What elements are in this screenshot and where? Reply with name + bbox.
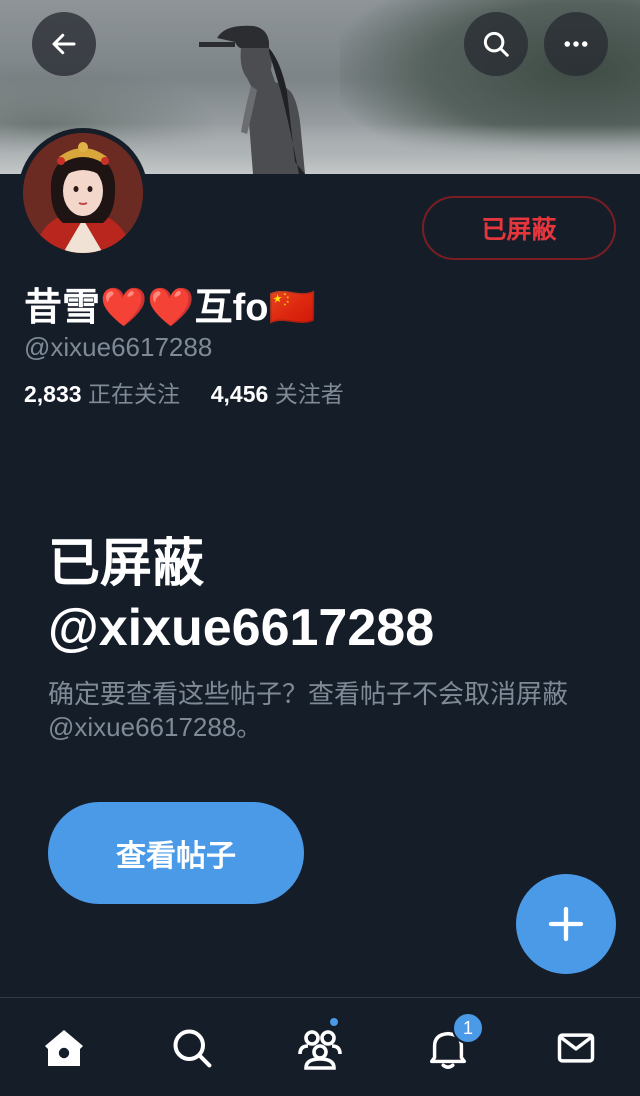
avatar-image: [23, 133, 143, 253]
more-horizontal-icon: [564, 41, 588, 47]
followers-label: 关注者: [274, 381, 344, 407]
notifications-badge: 1: [452, 1012, 484, 1044]
follow-stats: 2,833 正在关注 4,456 关注者: [24, 375, 344, 409]
arrow-left-icon: [52, 33, 76, 55]
compose-post-button[interactable]: [516, 874, 616, 974]
nav-notifications[interactable]: 1: [422, 1012, 484, 1074]
following-count: 2,833: [24, 381, 82, 407]
search-button[interactable]: [464, 12, 528, 76]
search-icon: [173, 1029, 212, 1068]
nav-home[interactable]: [38, 1022, 90, 1074]
blocked-notice-handle: @xixue6617288: [48, 599, 435, 657]
nav-search[interactable]: [166, 1022, 218, 1074]
search-icon: [483, 31, 509, 57]
more-options-button[interactable]: [544, 12, 608, 76]
avatar-portrait: [23, 133, 143, 253]
followers-link[interactable]: 4,456 关注者: [211, 381, 344, 407]
blocked-notice-title: 已屏蔽: [48, 535, 205, 593]
profile-handle: @xixue6617288: [24, 332, 213, 362]
view-posts-button[interactable]: 查看帖子: [48, 802, 304, 904]
profile-avatar[interactable]: [18, 128, 148, 258]
bottom-navigation: 1: [0, 997, 640, 1096]
mail-icon: [557, 1033, 595, 1063]
blocked-button[interactable]: 已屏蔽: [422, 196, 616, 260]
blocked-notice-description: 确定要查看这些帖子？查看帖子不会取消屏蔽@xixue6617288。: [48, 679, 569, 742]
display-name: 昔雪❤️❤️互fo🇨🇳: [24, 287, 316, 329]
nav-communities[interactable]: [294, 1016, 346, 1074]
banner-person-figure: [199, 25, 305, 174]
followers-count: 4,456: [210, 381, 269, 407]
plus-icon: [548, 906, 584, 942]
back-button[interactable]: [32, 12, 96, 76]
following-label: 正在关注: [87, 381, 180, 407]
nav-messages[interactable]: [550, 1022, 602, 1074]
following-link[interactable]: 2,833 正在关注: [24, 381, 186, 407]
communities-unread-dot: [328, 1016, 340, 1028]
communities-icon: [298, 1030, 342, 1070]
home-icon: [45, 1030, 83, 1066]
